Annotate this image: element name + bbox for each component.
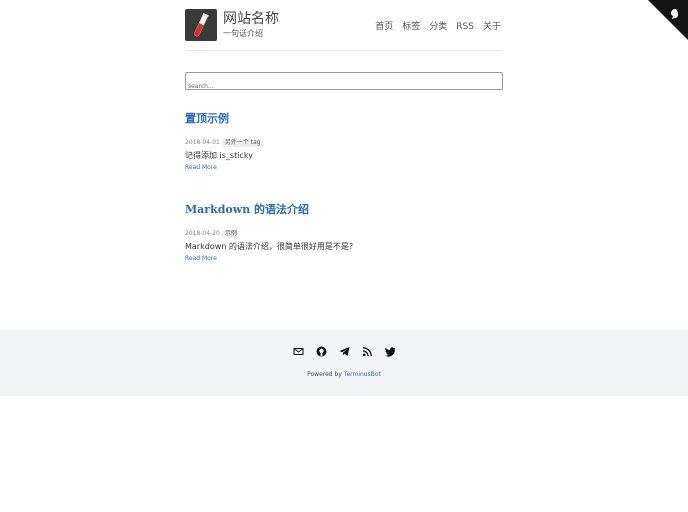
post-meta: 2018-04-20 示例 [185,229,503,238]
search-box [185,72,503,95]
twitter-icon[interactable] [384,346,396,357]
post-item: Markdown 的语法介绍 2018-04-20 示例 Markdown 的语… [185,203,503,263]
telegram-icon[interactable] [339,346,350,357]
read-more-link[interactable]: Read More [185,254,503,263]
social-links [0,346,688,357]
post-excerpt: Markdown 的语法介绍，很简单很好用是不是? [185,242,354,251]
github-corner-icon [648,0,688,40]
read-more-link[interactable]: Read More [185,163,503,172]
post-title[interactable]: 置顶示例 [185,112,503,126]
github-corner[interactable] [648,0,688,40]
post-item: 置顶示例 2018-04-01 另外一个 tag 记得添加 is_sticky … [185,112,503,172]
nav-item-home[interactable]: 首页 [375,21,393,33]
post-excerpt: 记得添加 is_sticky [185,151,253,160]
main-nav: 首页 标签 分类 RSS 关于 [366,21,501,33]
post-title[interactable]: Markdown 的语法介绍 [185,203,503,217]
site-title[interactable]: 网站名称 [223,10,279,28]
post-date: 2018-04-01 [185,139,220,146]
site-logo[interactable] [185,9,217,41]
site-description: 一句话介绍 [223,29,263,38]
site-header: 网站名称 一句话介绍 首页 标签 分类 RSS 关于 [185,9,503,51]
nav-item-about[interactable]: 关于 [483,21,501,33]
powered-link[interactable]: TerminusBot [344,371,381,378]
github-icon[interactable] [316,346,327,357]
powered-by: Powered by TerminusBot [0,371,688,379]
post-meta: 2018-04-01 另外一个 tag [185,138,503,147]
test-tube-icon [194,12,209,37]
post-tag[interactable]: 示例 [222,229,239,238]
post-date: 2018-04-20 [185,230,220,237]
nav-item-categories[interactable]: 分类 [429,21,447,33]
search-input[interactable] [186,78,502,95]
nav-item-rss[interactable]: RSS [456,21,474,33]
powered-prefix: Powered by [307,371,342,378]
site-footer: Powered by TerminusBot [0,330,688,396]
mail-icon[interactable] [293,346,304,357]
nav-item-tags[interactable]: 标签 [402,21,420,33]
post-tag[interactable]: 另外一个 tag [222,138,263,147]
rss-icon[interactable] [362,346,373,357]
